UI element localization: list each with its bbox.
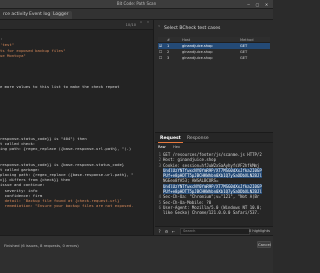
tab-request[interactable]: Request <box>158 135 183 143</box>
request-line-text: Sec-Ch-Ua-Mobile: ?0 <box>163 199 212 205</box>
request-line-text: PUf+e8pHDTT5pJBCHKWhbn0Xb1Q7ySaODbXLN2BJ… <box>163 173 262 179</box>
tab-hex[interactable]: Hex <box>173 145 180 150</box>
arrow-up-icon[interactable]: ˄ <box>138 22 144 28</box>
request-line-text: GET /resources/footer/js/scanme.js HTTP/… <box>163 152 262 157</box>
table-row[interactable]: ☐ 3 ginandjuice.shop GET <box>158 55 270 61</box>
test-cases-header[interactable]: ˅ Select BCheck test cases <box>155 26 273 35</box>
code-line[interactable]: ing path: {regex_replace ({base.response… <box>0 146 153 151</box>
tab-logger[interactable]: Logger <box>50 11 72 19</box>
tab-raw[interactable]: Raw <box>158 145 166 150</box>
editor-toolbar: 10/10 ˄ ˅ <box>0 20 153 30</box>
request-line-text: PUf+e8pHDTT5pJBCHKWhbn0Xb1Q7ySaODbXLN2BJ… <box>163 189 262 195</box>
cancel-button[interactable]: Cancel <box>257 241 271 248</box>
test-cases-table: # Host Method ☑ 1 ginandjuice.shop GET ☐ 2 gin… <box>158 37 270 61</box>
code-line[interactable]: remediation: "Ensure your backup files a… <box>0 203 153 208</box>
row-host: ginandjuice.shop <box>182 56 213 60</box>
chevron-down-icon[interactable]: ˅ <box>158 26 160 31</box>
request-line-text: like Gecko) Chrome/121.0.0.0 Safari/537. <box>163 210 260 216</box>
maximize-icon[interactable]: ▢ <box>255 2 260 7</box>
request-line-text: NGEeo8fA53; AWSALBCORS= <box>163 178 219 184</box>
minimize-icon[interactable]: − <box>246 2 251 7</box>
match-count: 10/10 <box>125 23 136 27</box>
request-line-text: Sec-Ch-Ua: "Chromium";v="121", "Not A(Br <box>163 194 260 200</box>
view-mode-tabs: Raw Hex <box>155 144 273 151</box>
back-icon[interactable]: ← <box>171 229 176 234</box>
request-line-text: Un4lUzYNTfwxcNY0YmR9P/XT7MSG0dXxJfka2I0G… <box>163 183 262 189</box>
status-text: Finished (6 issues, 8 requests, 0 errors… <box>4 243 79 248</box>
row-number: 3 <box>167 56 170 60</box>
request-response-panel: Request Response Raw Hex 1 GET /resources… <box>155 132 273 235</box>
request-line-text: Cookie: session=hfJuW2xSaAyhyfsVF2hfkMmj <box>163 162 260 168</box>
status-bar: Finished (6 issues, 8 requests, 0 errors… <box>0 235 273 273</box>
search-bar: ? ⚙ ← Search 0 highlights <box>155 226 273 235</box>
title-bar: Bit Code: Path Scan − ▢ ✕ <box>0 0 273 9</box>
help-icon[interactable]: ? <box>157 229 162 234</box>
arrow-down-icon[interactable]: ˅ <box>145 22 151 28</box>
code-content[interactable]: ''test" ts for exposed backup files" ue Mo… <box>0 32 153 208</box>
request-line-text: User-Agent: Mozilla/5.0 (Windows NT 10.0… <box>163 204 262 210</box>
settings-icon[interactable]: ⚙ <box>164 229 169 234</box>
close-icon[interactable]: ✕ <box>264 2 269 7</box>
request-response-tabs: Request Response <box>155 133 273 143</box>
highlight-count: 0 highlights <box>248 229 270 233</box>
request-line-text: Host: ginandjuice.shop <box>163 157 216 163</box>
request-content[interactable]: 1 GET /resources/footer/js/scanme.js HTTP… <box>155 152 273 216</box>
bcheck-editor[interactable]: 10/10 ˄ ˅ ''test" ts for exposed backup f… <box>0 20 154 235</box>
test-cases-panel: ˅ Select BCheck test cases # Host Method… <box>155 20 273 128</box>
row-method: GET <box>240 56 248 60</box>
checkbox[interactable]: ☐ <box>159 55 166 61</box>
test-cases-heading: Select BCheck test cases <box>164 26 221 31</box>
tab-response[interactable]: Response <box>185 135 211 142</box>
menu-bar: rce activity Event log Logger <box>0 9 273 20</box>
search-input[interactable]: Search <box>180 228 250 235</box>
window-title: Bit Code: Path Scan <box>116 1 157 6</box>
request-line[interactable]: like Gecko) Chrome/121.0.0.0 Safari/537. <box>155 210 273 215</box>
request-line-text: Un4lUzYNTfwxcNY0YmR9P/XT7MSG0dXxJfka2I0G… <box>163 167 262 173</box>
